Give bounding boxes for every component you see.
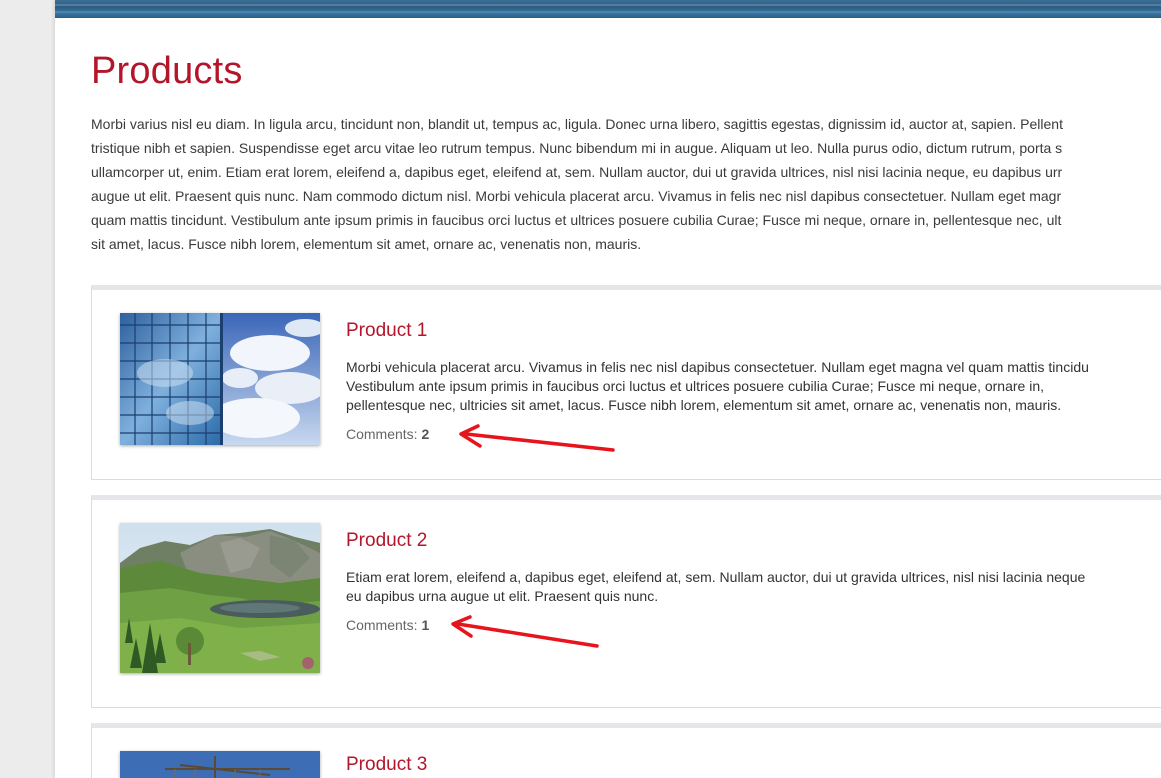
page-title: Products: [91, 50, 243, 92]
intro-line: augue ut elit. Praesent quis nunc. Nam c…: [91, 188, 1062, 204]
header-banner-image: [55, 0, 1161, 18]
description-line: Morbi vehicula placerat arcu. Vivamus in…: [346, 359, 1089, 375]
description-line: pellentesque nec, ultricies sit amet, la…: [346, 397, 1062, 413]
page-content: Products Morbi varius nisl eu diam. In l…: [55, 0, 1161, 778]
product-card: Product 1 Morbi vehicula placerat arcu. …: [91, 285, 1161, 480]
product-card: Product 2 Etiam erat lorem, eleifend a, …: [91, 495, 1161, 708]
product-title-link[interactable]: Product 1: [346, 320, 427, 342]
intro-line: Morbi varius nisl eu diam. In ligula arc…: [91, 116, 1063, 132]
intro-line: tristique nibh et sapien. Suspendisse eg…: [91, 140, 1063, 156]
product-image[interactable]: [120, 313, 320, 445]
product-description: Etiam erat lorem, eleifend a, dapibus eg…: [346, 568, 1161, 606]
product-image[interactable]: [120, 751, 320, 778]
comments-number: 1: [421, 617, 430, 633]
intro-line: quam mattis tincidunt. Vestibulum ante i…: [91, 212, 1062, 228]
product-title-link[interactable]: Product 3: [346, 754, 427, 776]
product-image[interactable]: [120, 523, 320, 673]
product-title-link[interactable]: Product 2: [346, 530, 427, 552]
comments-number: 2: [421, 426, 430, 442]
comments-label: Comments:: [346, 617, 418, 633]
product-description: Morbi vehicula placerat arcu. Vivamus in…: [346, 358, 1161, 415]
description-line: Etiam erat lorem, eleifend a, dapibus eg…: [346, 569, 1086, 585]
comments-count[interactable]: Comments: 2: [346, 426, 429, 442]
description-line: eu dapibus urna augue ut elit. Praesent …: [346, 588, 659, 604]
intro-line: sit amet, lacus. Fusce nibh lorem, eleme…: [91, 236, 642, 252]
comments-label: Comments:: [346, 426, 418, 442]
description-line: Vestibulum ante ipsum primis in faucibus…: [346, 378, 1044, 394]
intro-line: ullamcorper ut, enim. Etiam erat lorem, …: [91, 164, 1063, 180]
product-card: Product 3: [91, 723, 1161, 778]
comments-count[interactable]: Comments: 1: [346, 617, 429, 633]
intro-paragraph: Morbi varius nisl eu diam. In ligula arc…: [91, 112, 1161, 256]
